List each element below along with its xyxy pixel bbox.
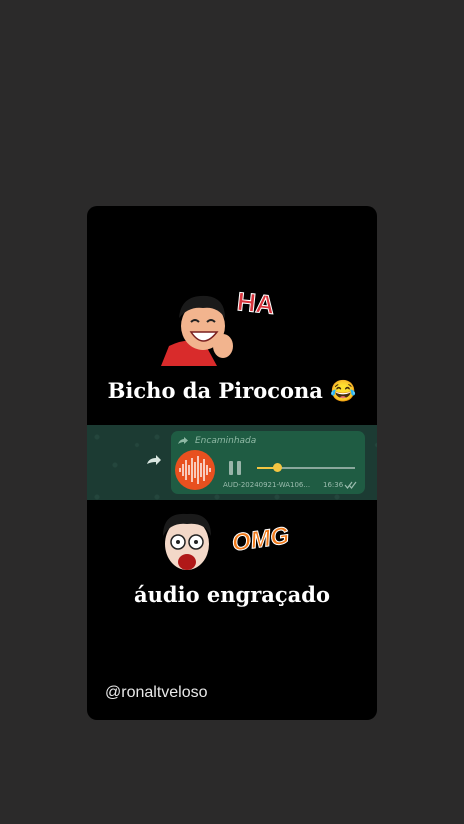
audio-progress-track[interactable] [257, 467, 355, 469]
double-check-icon [344, 481, 357, 489]
waveform-icon [179, 456, 211, 484]
forwarded-icon [178, 437, 188, 444]
omg-sticker-text: OMG [230, 522, 292, 558]
audio-message-screenshot: Encaminhada AUD-20240921-WA106... 16:36 [87, 425, 377, 500]
audio-avatar [175, 450, 215, 490]
forwarded-label: Encaminhada [195, 436, 257, 446]
creator-handle: @ronaltveloso [105, 684, 208, 701]
forward-icon[interactable] [145, 454, 163, 468]
audio-progress-knob[interactable] [272, 463, 282, 472]
audio-bubble[interactable]: Encaminhada AUD-20240921-WA106... 16:36 [171, 431, 365, 494]
pause-button[interactable] [229, 461, 243, 475]
audio-filename: AUD-20240921-WA106... [223, 481, 311, 489]
shocked-face-sticker [163, 513, 211, 570]
audio-time: 16:36 [323, 481, 344, 489]
ha-sticker-text: HA [235, 286, 277, 321]
caption-bottom: áudio engraçado [134, 582, 330, 607]
story-card: HA Bicho da Pirocona 😂 Encaminhada AUD-2… [87, 206, 377, 720]
forwarded-row: Encaminhada [177, 434, 256, 448]
caption-top: Bicho da Pirocona 😂 [107, 378, 357, 403]
